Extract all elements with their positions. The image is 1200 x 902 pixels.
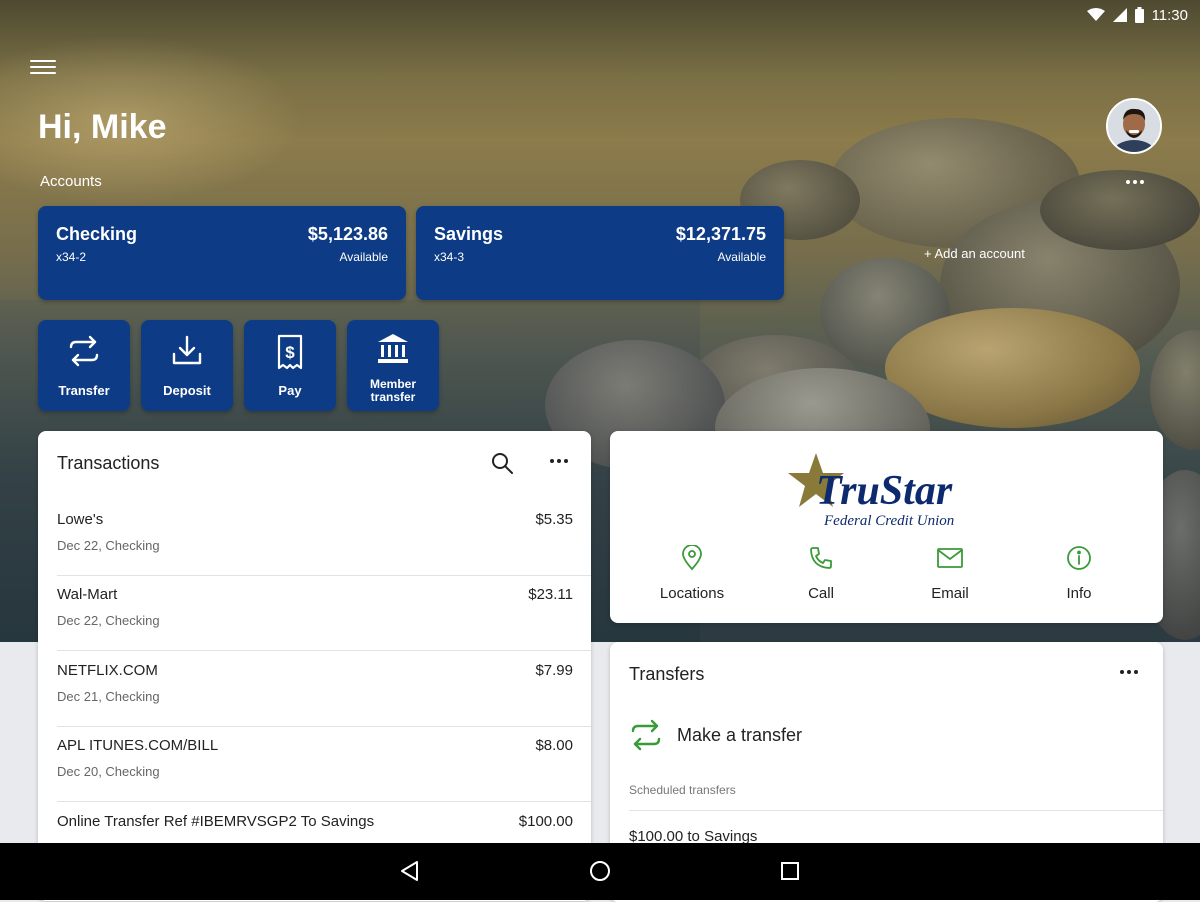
scheduled-transfers-label: Scheduled transfers [629,783,736,797]
action-label: Call [808,585,834,602]
search-icon[interactable] [490,451,514,480]
transaction-amount: $5.35 [535,511,573,528]
info-button[interactable]: Info [1024,543,1134,602]
deposit-icon [141,334,233,372]
transaction-row[interactable]: APL ITUNES.COM/BILL Dec 20, Checking $8.… [38,727,591,802]
make-transfer-label: Make a transfer [677,724,803,745]
logo-tagline: Federal Credit Union [824,513,955,529]
pay-button[interactable]: $ Pay [244,320,336,411]
transaction-name: APL ITUNES.COM/BILL [57,737,219,754]
trustar-logo: TruStar Federal Credit Union [786,449,996,529]
deposit-button[interactable]: Deposit [141,320,233,411]
bank-icon [347,332,439,370]
email-icon [895,543,1005,573]
transactions-title: Transactions [57,453,160,473]
hamburger-menu-icon[interactable] [30,56,56,78]
status-bar: 11:30 [1086,4,1188,26]
accounts-more-icon[interactable] [1122,172,1148,188]
phone-icon [766,543,876,573]
action-label: Transfer [58,383,110,398]
transaction-amount: $7.99 [535,662,573,679]
action-label: Email [931,585,969,602]
transfer-icon [631,719,661,751]
account-card-savings[interactable]: Savings x34-3 $12,371.75 Available [416,206,784,300]
row-divider [57,801,591,802]
divider [629,810,1163,811]
add-account-link[interactable]: + Add an account [924,246,1025,261]
member-transfer-button[interactable]: Member transfer [347,320,439,411]
wifi-icon [1086,8,1105,21]
account-balance: $12,371.75 [675,224,766,244]
account-name: Savings [434,224,504,244]
transaction-name: Wal-Mart [57,586,118,603]
transfers-title: Transfers [629,664,705,684]
location-pin-icon [637,543,747,573]
transactions-more-icon[interactable] [546,451,572,471]
profile-photo [1108,100,1160,152]
transaction-row[interactable]: Lowe's Dec 22, Checking $5.35 [38,501,591,576]
system-nav-bar [0,843,1200,900]
avatar[interactable] [1106,98,1162,154]
transaction-detail: Dec 21, Checking [57,689,160,704]
credit-union-card: TruStar Federal Credit Union Locations C… [610,431,1163,623]
action-label: Locations [659,585,725,602]
action-label: Pay [278,383,302,398]
accounts-section-label: Accounts [40,173,102,190]
account-number: x34-3 [434,250,465,264]
info-icon [1024,543,1134,573]
transaction-amount: $23.11 [528,586,573,603]
transaction-row[interactable]: Wal-Mart Dec 22, Checking $23.11 [38,576,591,651]
action-label: Info [1066,585,1092,602]
transaction-name: Online Transfer Ref #IBEMRVSGP2 To Savin… [57,813,375,830]
status-time: 11:30 [1151,6,1188,24]
locations-button[interactable]: Locations [637,543,747,602]
email-button[interactable]: Email [895,543,1005,602]
logo-wordmark: TruStar [816,468,953,514]
balance-label: Available [717,250,766,264]
transaction-detail: Dec 22, Checking [57,613,160,628]
transaction-detail: Dec 20, Checking [57,764,160,779]
make-transfer-button[interactable]: Make a transfer [629,718,802,752]
transactions-card: Transactions Lowe's Dec 22, Checking $5.… [38,431,591,901]
call-button[interactable]: Call [766,543,876,602]
account-balance: $5,123.86 [307,224,388,244]
transaction-name: NETFLIX.COM [57,662,158,679]
greeting-title: Hi, Mike [38,108,167,146]
account-number: x34-2 [56,250,87,264]
transaction-detail: Dec 22, Checking [57,538,160,553]
transaction-row[interactable]: NETFLIX.COM Dec 21, Checking $7.99 [38,652,591,727]
back-icon[interactable] [398,859,422,888]
transaction-name: Lowe's [57,511,104,528]
transfer-button[interactable]: Transfer [38,320,130,411]
row-divider [57,650,591,651]
transaction-amount: $100.00 [518,813,573,830]
cell-signal-icon [1112,8,1127,22]
action-label: Member transfer [369,377,416,404]
transfers-more-icon[interactable] [1116,662,1142,682]
account-name: Checking [56,224,138,244]
battery-icon [1134,7,1144,23]
pay-bill-icon: $ [244,334,336,372]
recents-icon[interactable] [778,859,802,888]
action-label: Deposit [163,383,211,398]
home-icon[interactable] [588,859,612,888]
svg-text:$: $ [285,343,295,362]
account-card-checking[interactable]: Checking x34-2 $5,123.86 Available [38,206,406,300]
balance-label: Available [339,250,388,264]
transaction-amount: $8.00 [535,737,573,754]
transfer-icon [38,334,130,372]
